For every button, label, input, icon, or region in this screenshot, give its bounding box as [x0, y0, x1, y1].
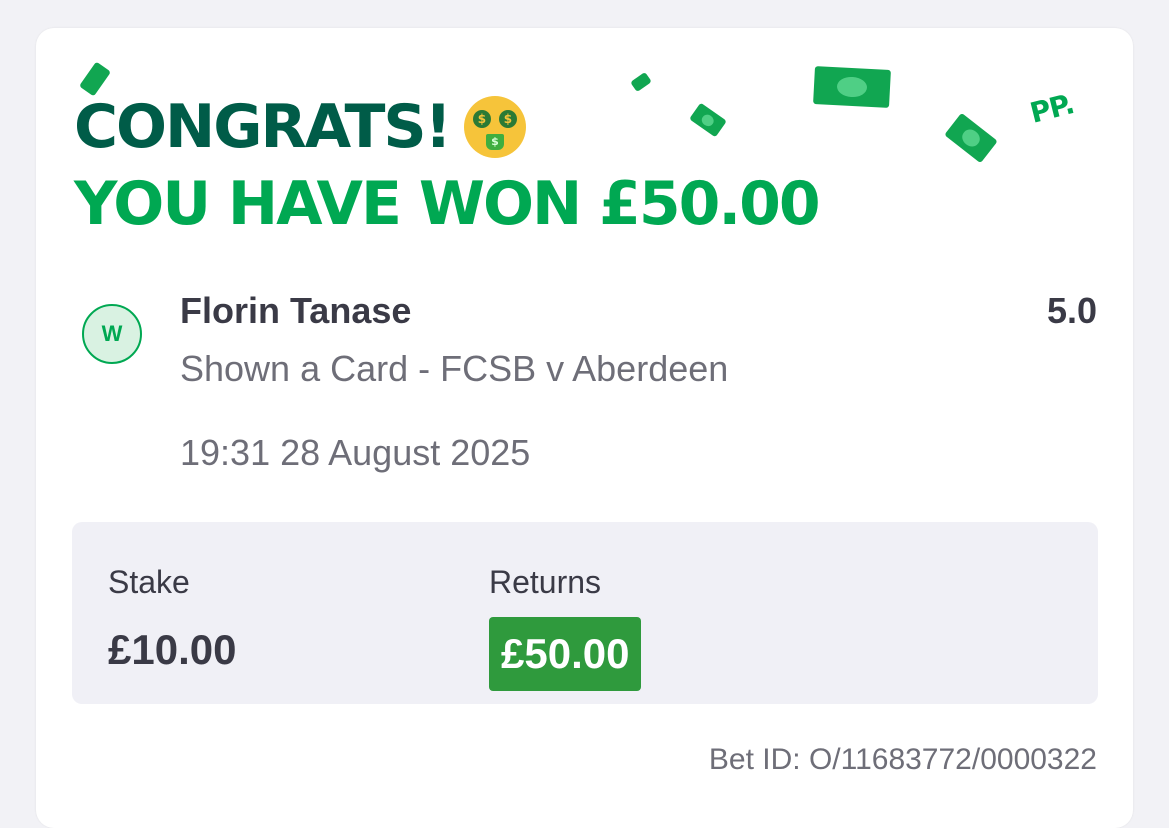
bet-receipt-card: PP. CONGRATS! $ $ $ YOU HAVE WON £50.00 … — [36, 28, 1133, 828]
selection-name: Florin Tanase — [180, 290, 412, 331]
stake-value: £10.00 — [108, 626, 237, 673]
money-bill-confetti — [689, 102, 727, 138]
congrats-text: CONGRATS! — [74, 92, 452, 162]
odds-value: 5.0 — [1046, 290, 1097, 331]
win-status-badge: W — [82, 304, 142, 364]
brand-logo: PP. — [1026, 87, 1077, 130]
market-description: Shown a Card - FCSB v Aberdeen — [180, 348, 729, 389]
money-bill-confetti — [944, 112, 998, 164]
money-bill-confetti — [630, 71, 652, 93]
congrats-heading: CONGRATS! $ $ $ — [74, 96, 526, 158]
money-bill-confetti — [813, 66, 891, 108]
bet-id: Bet ID: O/11683772/0000322 — [708, 743, 1097, 776]
event-datetime: 19:31 28 August 2025 — [180, 432, 531, 473]
stake-label: Stake — [108, 564, 190, 600]
stake-returns-panel: Stake £10.00 Returns £50.00 — [72, 522, 1098, 704]
won-amount-heading: YOU HAVE WON £50.00 — [74, 169, 821, 239]
money-mouth-face-icon: $ $ $ — [463, 96, 526, 158]
returns-value: £50.00 — [489, 617, 642, 691]
returns-label: Returns — [489, 564, 602, 600]
